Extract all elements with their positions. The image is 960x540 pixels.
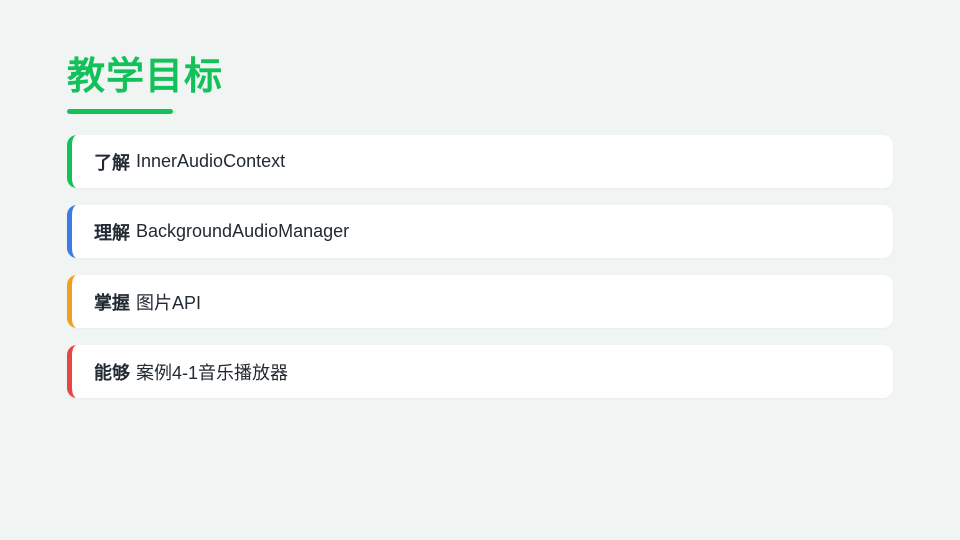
goal-item-4: 能够 案例4-1音乐播放器 [67, 345, 893, 398]
slide: 教学目标 了解 InnerAudioContext 理解 BackgroundA… [0, 0, 960, 540]
goal-text: 图片API [136, 292, 202, 313]
goal-verb: 能够 [94, 362, 130, 384]
goal-item-2: 理解 BackgroundAudioManager [67, 205, 893, 258]
goal-verb: 掌握 [94, 292, 130, 314]
goal-item-1: 了解 InnerAudioContext [67, 135, 893, 188]
goals-list: 了解 InnerAudioContext 理解 BackgroundAudioM… [67, 135, 893, 415]
goal-verb: 了解 [94, 152, 130, 174]
goal-text: InnerAudioContext [136, 151, 286, 171]
slide-title: 教学目标 [67, 54, 224, 98]
goal-text: 案例4-1音乐播放器 [136, 362, 289, 383]
goal-text: BackgroundAudioManager [136, 221, 350, 241]
title-underline [67, 109, 173, 114]
goal-verb: 理解 [94, 222, 130, 244]
goal-item-3: 掌握 图片API [67, 275, 893, 328]
